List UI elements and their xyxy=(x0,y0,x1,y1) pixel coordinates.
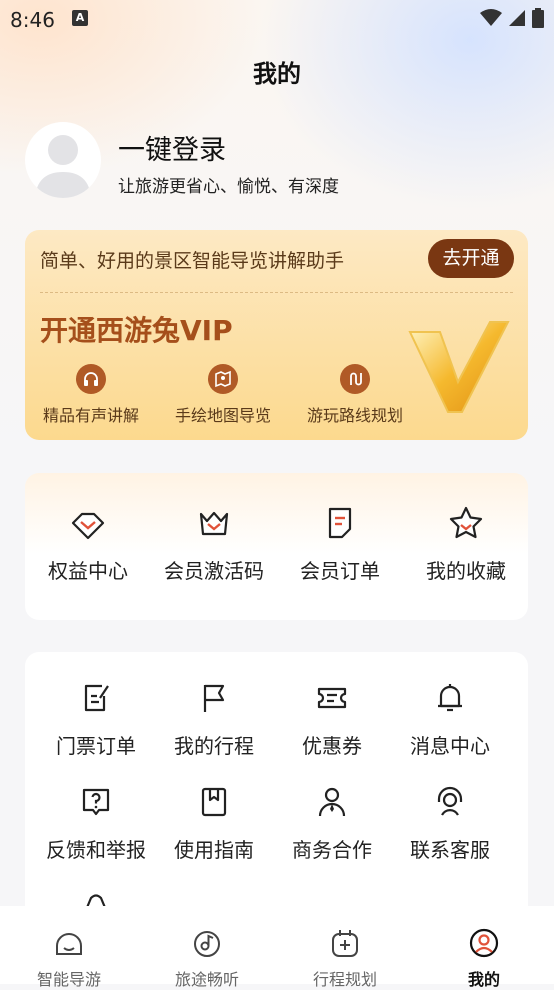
service-item-label: 我的行程 xyxy=(174,734,254,758)
plan-icon xyxy=(276,916,414,960)
vip-feature-audio[interactable]: 精品有声讲解 xyxy=(40,364,142,426)
member-item-label: 会员激活码 xyxy=(164,559,264,583)
flag-icon xyxy=(155,678,273,718)
vip-feature-map[interactable]: 手绘地图导览 xyxy=(172,364,274,426)
vip-feature-label: 精品有声讲解 xyxy=(42,406,139,425)
member-item-orders[interactable]: 会员订单 xyxy=(277,503,403,584)
bottom-tab-bar: 智能导游 旅途畅听 行程规划 我的 xyxy=(0,906,554,989)
vip-feature-label: 手绘地图导览 xyxy=(174,406,271,425)
service-item-label: 优惠券 xyxy=(302,734,362,758)
vip-title: 开通西游兔VIP xyxy=(40,314,233,347)
vip-tagline: 简单、好用的景区智能导览讲解助手 xyxy=(40,250,345,272)
vip-feature-route[interactable]: 游玩路线规划 xyxy=(304,364,406,426)
ticket-edit-icon xyxy=(37,678,155,718)
profile-icon xyxy=(414,916,554,960)
service-item-label: 门票订单 xyxy=(56,734,136,758)
bell-icon xyxy=(391,678,509,718)
coupon-icon xyxy=(273,678,391,718)
page-title: 我的 xyxy=(253,60,301,88)
vip-feature-label: 游玩路线规划 xyxy=(306,406,403,425)
tab-label: 旅途畅听 xyxy=(174,970,239,989)
service-item-label: 反馈和举报 xyxy=(46,838,146,862)
tab-plan[interactable]: 行程规划 xyxy=(276,906,414,990)
avatar[interactable] xyxy=(25,122,101,198)
map-pin-icon xyxy=(208,364,238,394)
service-item-label: 联系客服 xyxy=(410,838,490,862)
member-card: 权益中心 会员激活码 会员订单 我的收藏 xyxy=(25,473,528,620)
crown-icon xyxy=(151,503,277,543)
guide-book-icon xyxy=(155,782,273,822)
member-item-activation-code[interactable]: 会员激活码 xyxy=(151,503,277,584)
tab-guide[interactable]: 智能导游 xyxy=(0,906,138,990)
service-item-tickets[interactable]: 门票订单 xyxy=(37,678,155,759)
service-item-trips[interactable]: 我的行程 xyxy=(155,678,273,759)
login-title[interactable]: 一键登录 xyxy=(118,128,226,167)
member-item-label: 会员订单 xyxy=(300,559,380,583)
tab-label: 行程规划 xyxy=(312,970,377,989)
signal-icon xyxy=(509,10,525,26)
tab-listen[interactable]: 旅途畅听 xyxy=(138,906,276,990)
status-bar: 8:46 A xyxy=(0,0,554,38)
music-icon xyxy=(138,916,276,960)
vip-card[interactable]: 简单、好用的景区智能导览讲解助手 去开通 开通西游兔VIP 精品有声讲解 手绘地… xyxy=(25,230,528,440)
route-icon xyxy=(340,364,370,394)
home-icon xyxy=(0,916,138,960)
tab-label: 我的 xyxy=(467,970,500,989)
vip-divider xyxy=(40,292,513,293)
headphones-icon xyxy=(76,364,106,394)
wifi-icon xyxy=(480,9,502,26)
battery-icon xyxy=(532,8,544,28)
tab-mine[interactable]: 我的 xyxy=(414,906,554,990)
service-item-guide[interactable]: 使用指南 xyxy=(155,782,273,863)
service-item-business[interactable]: 商务合作 xyxy=(273,782,391,863)
star-icon xyxy=(403,503,529,543)
service-item-label: 商务合作 xyxy=(292,838,372,862)
service-item-feedback[interactable]: 反馈和举报 xyxy=(37,782,155,863)
status-time: 8:46 xyxy=(10,8,55,32)
service-item-coupons[interactable]: 优惠券 xyxy=(273,678,391,759)
member-item-favorites[interactable]: 我的收藏 xyxy=(403,503,529,584)
service-item-support[interactable]: 联系客服 xyxy=(391,782,509,863)
notification-icon: A xyxy=(72,10,88,26)
member-item-label: 我的收藏 xyxy=(426,559,506,583)
login-subtitle: 让旅游更省心、愉悦、有深度 xyxy=(118,177,339,197)
person-icon xyxy=(273,782,391,822)
services-card: 门票订单 我的行程 优惠券 消息中心 反馈和举报 使用指南 商务合作 联系客服 xyxy=(25,652,528,932)
order-icon xyxy=(277,503,403,543)
member-item-label: 权益中心 xyxy=(48,559,128,583)
tab-label: 智能导游 xyxy=(36,970,101,989)
question-icon xyxy=(37,782,155,822)
service-item-label: 消息中心 xyxy=(410,734,490,758)
service-item-messages[interactable]: 消息中心 xyxy=(391,678,509,759)
vip-open-button[interactable]: 去开通 xyxy=(428,239,514,278)
headset-icon xyxy=(391,782,509,822)
diamond-icon xyxy=(25,503,151,543)
member-item-rights[interactable]: 权益中心 xyxy=(25,503,151,584)
vip-logo-icon xyxy=(408,321,510,413)
service-item-label: 使用指南 xyxy=(174,838,254,862)
